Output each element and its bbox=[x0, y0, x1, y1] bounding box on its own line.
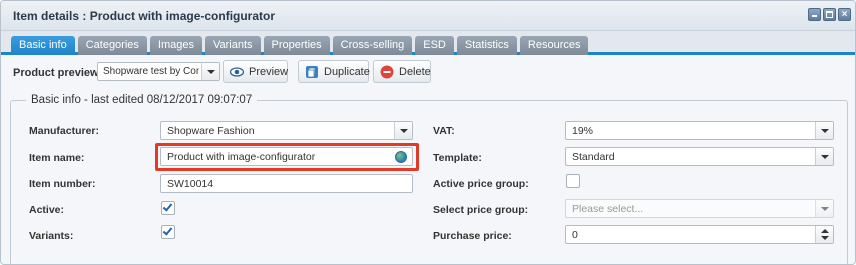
tab-resources[interactable]: Resources bbox=[519, 36, 589, 55]
fieldset-legend: Basic info - last edited 08/12/2017 09:0… bbox=[26, 94, 258, 106]
item-name-highlight bbox=[155, 143, 419, 171]
tab-basic-info[interactable]: Basic info bbox=[11, 36, 75, 55]
duplicate-button-label: Duplicate bbox=[324, 66, 370, 78]
manufacturer-label: Manufacturer: bbox=[29, 125, 100, 137]
vat-label: VAT: bbox=[433, 125, 455, 137]
maximize-icon[interactable] bbox=[823, 8, 836, 21]
delete-button[interactable]: Delete bbox=[373, 60, 431, 83]
checkmark-icon bbox=[162, 225, 173, 236]
preview-shop-select[interactable]: Shopware test by Conte bbox=[97, 62, 220, 81]
item-name-label: Item name: bbox=[29, 152, 85, 164]
select-price-group-label: Select price group: bbox=[433, 204, 529, 216]
template-value: Standard bbox=[572, 151, 615, 163]
vat-select[interactable]: 19% bbox=[565, 121, 834, 140]
chevron-down-icon[interactable] bbox=[815, 148, 833, 165]
manufacturer-select[interactable]: Shopware Fashion bbox=[160, 121, 413, 140]
window-title: Item details : Product with image-config… bbox=[13, 9, 276, 23]
close-icon[interactable]: × bbox=[838, 8, 851, 21]
purchase-price-label: Purchase price: bbox=[433, 230, 512, 242]
variants-label: Variants: bbox=[29, 230, 74, 242]
manufacturer-value: Shopware Fashion bbox=[167, 125, 255, 137]
tab-cross-selling[interactable]: Cross-selling bbox=[332, 36, 413, 55]
active-price-group-label: Active price group: bbox=[433, 178, 529, 190]
duplicate-button[interactable]: Duplicate bbox=[298, 60, 370, 83]
item-number-label: Item number: bbox=[29, 178, 96, 190]
item-number-value: SW10014 bbox=[167, 178, 214, 190]
variants-checkbox[interactable] bbox=[161, 225, 175, 239]
spinner-down-icon[interactable] bbox=[821, 236, 829, 240]
template-label: Template: bbox=[433, 152, 482, 164]
active-checkbox[interactable] bbox=[161, 201, 175, 215]
tab-properties[interactable]: Properties bbox=[263, 36, 330, 55]
item-details-window: Item details : Product with image-config… bbox=[0, 0, 856, 265]
preview-button[interactable]: Preview bbox=[223, 60, 288, 83]
active-label: Active: bbox=[29, 204, 65, 216]
toolbar: Product preview: Shopware test by Conte … bbox=[1, 58, 855, 86]
price-group-placeholder: Please select... bbox=[572, 203, 644, 215]
tab-esd[interactable]: ESD bbox=[415, 36, 454, 55]
duplicate-icon bbox=[306, 66, 318, 78]
tab-variants[interactable]: Variants bbox=[204, 36, 261, 55]
chevron-down-icon[interactable] bbox=[815, 200, 833, 217]
purchase-price-value: 0 bbox=[572, 229, 578, 241]
checkmark-icon bbox=[162, 201, 173, 212]
price-group-select[interactable]: Please select... bbox=[565, 199, 834, 218]
delete-icon bbox=[380, 65, 394, 79]
item-number-input[interactable]: SW10014 bbox=[160, 174, 413, 193]
delete-button-label: Delete bbox=[399, 66, 431, 78]
tab-images[interactable]: Images bbox=[149, 36, 202, 55]
spinner-up-icon[interactable] bbox=[821, 229, 829, 233]
chevron-down-icon[interactable] bbox=[394, 122, 412, 139]
tab-categories[interactable]: Categories bbox=[77, 36, 147, 55]
preview-button-label: Preview bbox=[249, 66, 289, 78]
active-price-group-checkbox[interactable] bbox=[566, 174, 580, 188]
product-preview-label: Product preview: bbox=[13, 67, 103, 79]
vat-value: 19% bbox=[572, 125, 594, 137]
window-controls: × bbox=[808, 8, 851, 21]
number-spinner[interactable] bbox=[815, 226, 833, 243]
tab-bar: Basic info Categories Images Variants Pr… bbox=[1, 31, 855, 55]
eye-icon bbox=[230, 67, 244, 77]
purchase-price-input[interactable]: 0 bbox=[565, 225, 834, 244]
template-select[interactable]: Standard bbox=[565, 147, 834, 166]
chevron-down-icon[interactable] bbox=[201, 63, 219, 80]
window-titlebar[interactable]: Item details : Product with image-config… bbox=[1, 1, 855, 31]
minimize-icon[interactable] bbox=[808, 8, 821, 21]
chevron-down-icon[interactable] bbox=[815, 122, 833, 139]
preview-shop-value: Shopware test by Conte bbox=[103, 66, 199, 77]
tab-statistics[interactable]: Statistics bbox=[456, 36, 517, 55]
